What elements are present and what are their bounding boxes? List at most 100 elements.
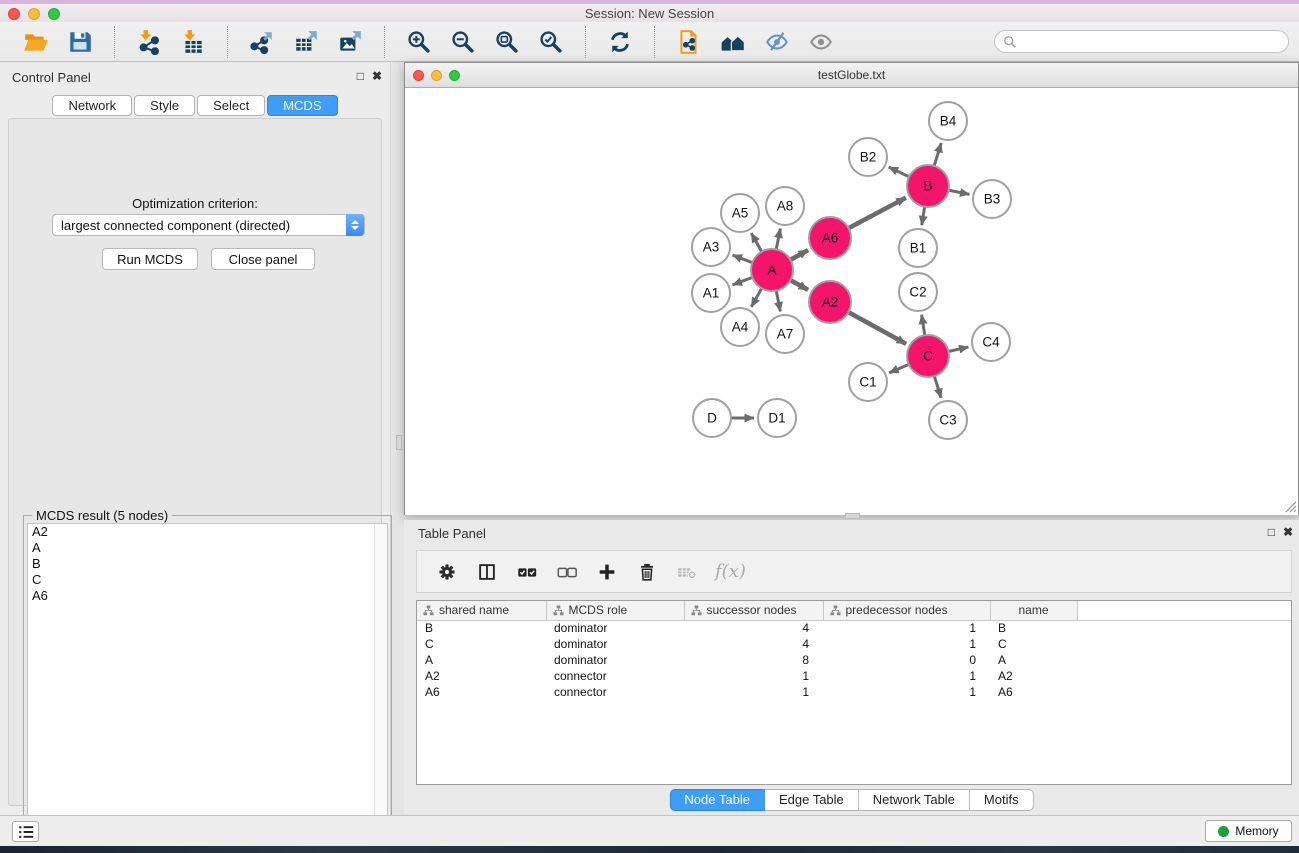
graph-edge-A-A2[interactable] <box>789 279 809 290</box>
home-view-button[interactable] <box>717 26 749 58</box>
network-from-selection-button[interactable] <box>673 26 705 58</box>
cell-MCDS-role: connector <box>546 668 684 684</box>
open-session-button[interactable] <box>20 26 52 58</box>
export-image-icon <box>337 29 363 55</box>
graph-edge-A-A1[interactable] <box>733 277 755 285</box>
graph-edge-B-B1[interactable] <box>922 205 925 226</box>
zoom-in-button[interactable] <box>403 26 435 58</box>
graph-edge-A-A3[interactable] <box>733 255 755 263</box>
graph-edge-C-C3[interactable] <box>934 374 941 398</box>
close-panel-button[interactable]: Close panel <box>211 248 315 270</box>
criterion-dropdown[interactable]: largest connected component (directed) <box>52 214 365 236</box>
plus-icon <box>596 561 618 583</box>
result-item-B[interactable]: B <box>28 556 387 572</box>
control-panel-tabs: NetworkStyleSelectMCDS <box>0 95 390 116</box>
save-session-button[interactable] <box>64 26 96 58</box>
hide-selected-button[interactable] <box>761 26 793 58</box>
import-network-icon <box>136 29 162 55</box>
graph-edge-C-C1[interactable] <box>889 364 911 373</box>
table-row[interactable]: Bdominator41B <box>417 620 1291 636</box>
graph-edge-A-A6[interactable] <box>789 250 809 261</box>
table-row[interactable]: Cdominator41C <box>417 636 1291 652</box>
tab-edge-table[interactable]: Edge Table <box>765 789 859 811</box>
column-header-shared-name[interactable]: shared name <box>417 601 546 620</box>
zoom-selected-button[interactable] <box>535 26 567 58</box>
gear-icon <box>436 561 458 583</box>
import-network-button[interactable] <box>133 26 165 58</box>
graph-node-label-B2: B2 <box>860 150 877 165</box>
network-window-titlebar[interactable]: testGlobe.txt <box>405 63 1298 88</box>
column-header-name[interactable]: name <box>990 601 1077 620</box>
graph-edge-A-A4[interactable] <box>751 287 762 307</box>
tab-motifs[interactable]: Motifs <box>970 789 1034 811</box>
table-row[interactable]: A6connector11A6 <box>417 684 1291 700</box>
tab-mcds[interactable]: MCDS <box>267 95 337 116</box>
refresh-network-button[interactable] <box>604 26 636 58</box>
graph-edge-C-C2[interactable] <box>922 315 926 338</box>
search-field[interactable] <box>994 30 1289 53</box>
tab-node-table[interactable]: Node Table <box>669 789 765 811</box>
column-header-MCDS-role[interactable]: MCDS role <box>546 601 684 620</box>
memory-button[interactable]: Memory <box>1205 820 1292 842</box>
import-table-icon <box>180 29 206 55</box>
deselect-all-columns-button[interactable] <box>553 558 581 586</box>
main-toolbar <box>0 22 1299 62</box>
select-all-columns-button[interactable] <box>513 558 541 586</box>
graph-edge-A-A8[interactable] <box>776 229 781 252</box>
cell-shared-name: B <box>417 620 546 636</box>
result-scrollbar[interactable] <box>374 524 387 851</box>
function-builder-button[interactable]: f(x) <box>715 561 746 582</box>
float-table-panel-icon[interactable]: □ <box>1268 525 1275 539</box>
network-graph[interactable]: AA6A2BCA1A3A5A8A4A7B2B4B3B1C2C4C1C3DD1 <box>405 89 1298 515</box>
graph-edge-A-A7[interactable] <box>776 289 781 312</box>
close-table-panel-icon[interactable]: ✖ <box>1283 525 1293 539</box>
graph-edge-A6-B[interactable] <box>847 198 906 229</box>
delete-table-button[interactable] <box>673 558 701 586</box>
result-item-A2[interactable]: A2 <box>28 524 387 540</box>
result-item-C[interactable]: C <box>28 572 387 588</box>
graph-edge-B-B3[interactable] <box>947 190 970 195</box>
splitter-handle-bottom[interactable] <box>845 513 860 519</box>
table-row[interactable]: A2connector11A2 <box>417 668 1291 684</box>
tab-select[interactable]: Select <box>197 95 265 116</box>
task-history-button[interactable] <box>12 821 39 842</box>
graph-node-label-A2: A2 <box>822 295 839 310</box>
table-settings-button[interactable] <box>433 558 461 586</box>
cell-filler <box>1077 684 1291 700</box>
graph-node-label-A5: A5 <box>732 206 749 221</box>
column-header-successor-nodes[interactable]: successor nodes <box>684 601 823 620</box>
table-row[interactable]: Adominator80A <box>417 652 1291 668</box>
tab-network[interactable]: Network <box>52 95 132 116</box>
delete-column-button[interactable] <box>633 558 661 586</box>
graph-edge-C-C4[interactable] <box>947 347 969 352</box>
graph-edge-A-A5[interactable] <box>751 233 762 253</box>
export-image-button[interactable] <box>334 26 366 58</box>
export-table-button[interactable] <box>290 26 322 58</box>
add-column-button[interactable] <box>593 558 621 586</box>
workspace: testGlobe.txt AA6A2BCA1A3A5A8A4A7B2B4B3B… <box>392 62 1299 815</box>
tab-network-table[interactable]: Network Table <box>859 789 970 811</box>
show-hidden-button[interactable] <box>805 26 837 58</box>
show-column-panel-button[interactable] <box>473 558 501 586</box>
graph-edge-B-B4[interactable] <box>934 143 942 168</box>
column-header-predecessor-nodes[interactable]: predecessor nodes <box>823 601 990 620</box>
column-header-label: MCDS role <box>569 603 628 617</box>
close-panel-icon[interactable]: ✖ <box>372 69 382 83</box>
search-input[interactable] <box>1022 35 1288 49</box>
graph-edge-B-B2[interactable] <box>889 167 911 178</box>
cell-predecessor-nodes: 1 <box>823 684 990 700</box>
import-table-button[interactable] <box>177 26 209 58</box>
column-header-filler <box>1077 601 1291 620</box>
result-item-A[interactable]: A <box>28 540 387 556</box>
splitter-handle-left[interactable] <box>396 435 402 450</box>
export-network-button[interactable] <box>246 26 278 58</box>
graph-edge-A2-C[interactable] <box>847 311 907 344</box>
zoom-out-button[interactable] <box>447 26 479 58</box>
float-panel-icon[interactable]: □ <box>357 69 364 83</box>
cell-name: B <box>990 620 1077 636</box>
window-resize-grip[interactable] <box>1283 499 1297 513</box>
result-item-A6[interactable]: A6 <box>28 588 387 604</box>
run-mcds-button[interactable]: Run MCDS <box>102 248 198 270</box>
tab-style[interactable]: Style <box>134 95 195 116</box>
zoom-fit-button[interactable] <box>491 26 523 58</box>
